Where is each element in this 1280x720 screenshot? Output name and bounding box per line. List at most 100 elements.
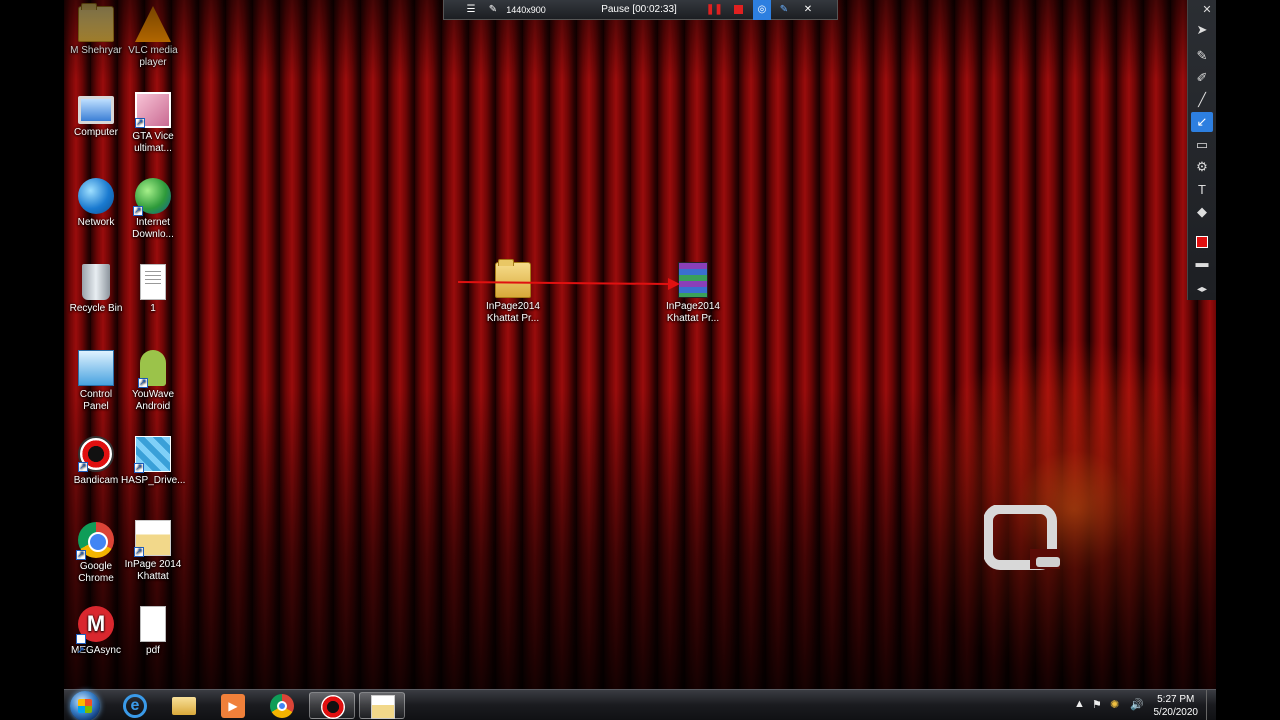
recording-resolution: 1440x900 [506, 5, 546, 15]
desktop-icon-internet-download[interactable]: Internet Downlo... [121, 178, 185, 241]
shortcut-arrow-icon [134, 545, 144, 557]
desktop-icon-inpage-archive[interactable]: InPage2014 Khattat Pr... [661, 262, 725, 325]
screenshot-icon[interactable]: ◎ [753, 0, 771, 20]
vlc-icon [135, 6, 171, 42]
desktop-icon-label: VLC media player [128, 45, 178, 68]
desktop-icon-label: InPage 2014 Khattat [124, 559, 182, 582]
compaq-logo [984, 505, 1060, 570]
desktop-icon-label: M Shehryar [70, 45, 122, 56]
shortcut-arrow-icon [135, 116, 145, 128]
numbering-icon[interactable]: ⚙ [1191, 157, 1213, 177]
pin-icon[interactable]: ✎ [486, 0, 500, 20]
taskbar-bandicam[interactable] [309, 692, 355, 719]
desktop-icon-label: GTA Vice ultimat... [132, 131, 174, 154]
line-icon[interactable]: ╱ [1191, 90, 1213, 110]
taskbar: e ▶ ▲ ⚑ ✺ 🔊 5:27 PM 5/20/2020 [64, 689, 1216, 720]
hamburger-icon[interactable]: ☰ [464, 0, 478, 20]
taskbar-inpage[interactable] [359, 692, 405, 719]
rectangle-icon[interactable]: ▭ [1191, 135, 1213, 155]
internet-explorer-icon: e [123, 694, 147, 718]
desktop-icon-gta-vice[interactable]: GTA Vice ultimat... [121, 92, 185, 155]
bandicam-icon [321, 695, 345, 719]
idm-icon [133, 178, 171, 216]
bandicam-icon [78, 436, 114, 472]
chrome-icon [76, 522, 114, 560]
taskbar-file-explorer[interactable] [161, 692, 207, 719]
taskbar-internet-explorer[interactable]: e [112, 692, 158, 719]
shortcut-arrow-icon [78, 460, 88, 472]
desktop-icon-label: Internet Downlo... [132, 217, 174, 240]
pen-icon[interactable]: ✎ [1191, 46, 1213, 66]
desktop-icon-label: Control Panel [79, 389, 113, 412]
shortcut-arrow-icon [133, 204, 143, 216]
show-desktop-button[interactable] [1206, 690, 1216, 720]
cursor-icon[interactable]: ➤ [1191, 20, 1213, 40]
recorder-toolbar: ☰ ✎ 1440x900 Pause [00:02:33] ❚❚ ◎ ✎ ✕ [443, 0, 838, 20]
computer-icon [78, 96, 114, 124]
action-center-flag-icon[interactable]: ⚑ [1092, 698, 1102, 711]
highlighter-icon[interactable]: ✐ [1191, 68, 1213, 88]
desktop-icon-1[interactable]: 1 [121, 264, 185, 315]
desktop-icon-network[interactable]: Network [64, 178, 128, 229]
hasp-icon [134, 436, 171, 473]
start-button[interactable] [70, 691, 100, 720]
stop-button[interactable] [730, 0, 746, 20]
desktop-icon-computer[interactable]: Computer [64, 92, 128, 139]
desktop-icon-label: HASP_Drive... [121, 475, 186, 486]
desktop-icon-recycle-bin[interactable]: Recycle Bin [64, 264, 128, 315]
recording-status: Pause [00:02:33] [601, 4, 677, 15]
network-icon [78, 178, 114, 214]
android-icon [138, 350, 166, 388]
volume-icon[interactable]: 🔊 [1130, 698, 1144, 711]
chrome-icon [270, 694, 294, 718]
draw-pencil-icon[interactable]: ✎ [776, 0, 792, 20]
inpage-icon [371, 695, 395, 719]
recycle-bin-icon [82, 264, 110, 300]
network-status-icon[interactable]: ✺ [1110, 698, 1119, 711]
desktop-icon-bandicam[interactable]: Bandicam [64, 436, 128, 487]
inpage-icon [134, 520, 171, 557]
drawing-toolbar: ✕ ➤ ✎ ✐ ╱ ↙ ▭ ⚙ T ◆ ▬ ◂▸ [1187, 0, 1216, 300]
desktop-icon-label: Computer [74, 127, 118, 138]
control-panel-icon [78, 350, 114, 386]
desktop-icon-label: InPage2014 Khattat Pr... [486, 301, 540, 324]
annotation-arrow [457, 278, 680, 290]
desktop-icon-youwave[interactable]: YouWave Android [121, 350, 185, 413]
color-swatch-icon[interactable] [1191, 231, 1213, 251]
desktop-icon-pdf[interactable]: pdf [121, 606, 185, 657]
show-hidden-icons-icon[interactable]: ▲ [1074, 698, 1085, 710]
desktop-icon-label: InPage2014 Khattat Pr... [666, 301, 720, 324]
file-explorer-icon [172, 697, 196, 715]
desktop-icon-megasync[interactable]: M MEGAsync [64, 606, 128, 668]
close-icon[interactable]: ✕ [1200, 0, 1214, 20]
clock[interactable]: 5:27 PM 5/20/2020 [1154, 693, 1199, 719]
desktop-icon-control-panel[interactable]: Control Panel [64, 350, 128, 413]
text-icon[interactable]: T [1191, 180, 1213, 200]
text-document-icon [140, 264, 166, 300]
user-folder-icon [78, 3, 114, 42]
pause-icon[interactable]: ❚❚ [706, 0, 723, 20]
desktop-icon-hasp-driver[interactable]: HASP_Drive... [121, 436, 185, 487]
eraser-icon[interactable]: ◆ [1191, 202, 1213, 222]
line-width-icon[interactable]: ▬ [1191, 253, 1213, 273]
close-icon[interactable]: ✕ [800, 0, 816, 20]
desktop-icon-google-chrome[interactable]: Google Chrome [64, 522, 128, 585]
desktop-icon-inpage-2014[interactable]: InPage 2014 Khattat [121, 520, 185, 583]
desktop-icon-label: YouWave Android [131, 389, 175, 412]
desktop-icon-label: Recycle Bin [69, 303, 123, 314]
taskbar-media-player[interactable]: ▶ [210, 692, 256, 719]
system-tray: ▲ ⚑ ✺ 🔊 5:27 PM 5/20/2020 [1066, 690, 1216, 720]
taskbar-chrome[interactable] [259, 692, 305, 719]
gta-icon [135, 92, 171, 128]
shortcut-arrow-icon [134, 461, 144, 473]
desktop-icon-label: Network [77, 217, 115, 228]
shortcut-arrow-icon [76, 632, 86, 668]
desktop-icon-inpage-folder[interactable]: InPage2014 Khattat Pr... [481, 259, 545, 325]
expand-icon[interactable]: ◂▸ [1191, 280, 1213, 300]
desktop-icon-vlc[interactable]: VLC media player [121, 6, 185, 69]
desktop-icon-m-shehryar[interactable]: M Shehryar [64, 3, 128, 57]
arrow-icon[interactable]: ↙ [1191, 112, 1213, 132]
desktop-icon-label: Google Chrome [78, 561, 114, 584]
shortcut-arrow-icon [138, 376, 148, 388]
clock-date: 5/20/2020 [1153, 707, 1199, 718]
